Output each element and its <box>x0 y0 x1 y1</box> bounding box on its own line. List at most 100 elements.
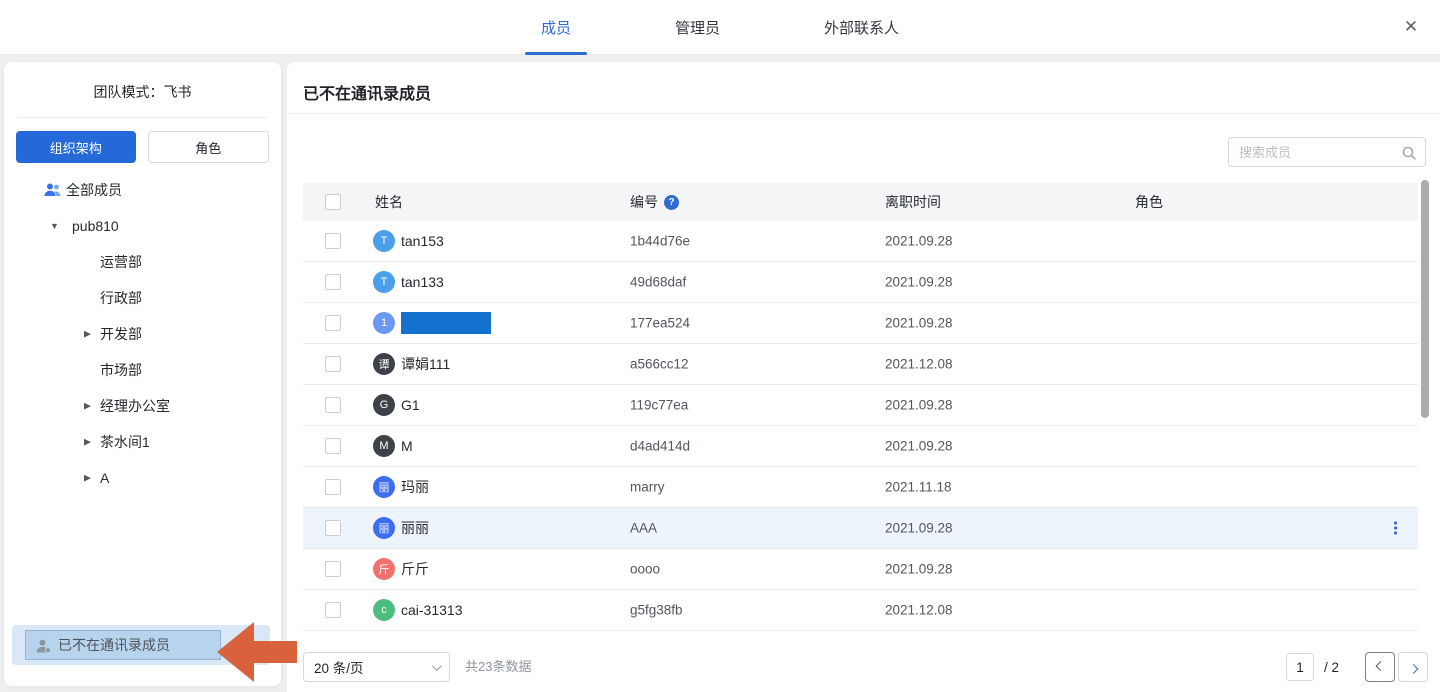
table-row: GG1119c77ea2021.09.28 <box>303 385 1418 426</box>
avatar: M <box>373 435 395 457</box>
avatar: G <box>373 394 395 416</box>
page-number-input[interactable] <box>1286 653 1314 681</box>
table-row: 丽丽丽AAA2021.09.28 <box>303 508 1418 549</box>
leave-date: 2021.09.28 <box>885 234 953 249</box>
tree-item-运营部[interactable]: 运营部 <box>4 244 281 280</box>
sidebar: 团队模式：飞书 组织架构 角色 全部成员 ▼pub810 运营部行政部▶开发部市场部… <box>4 62 281 686</box>
offboarded-members-label: 已不在通讯录成员 <box>58 635 170 655</box>
chevron-right-icon <box>1408 663 1418 673</box>
member-name: tan153 <box>401 233 444 249</box>
org-tree: 全部成员▼pub810运营部行政部▶开发部市场部▶经理办公室▶茶水间1▶A <box>4 172 281 496</box>
row-checkbox[interactable] <box>325 520 341 536</box>
member-code: marry <box>630 480 665 495</box>
avatar: 1 <box>373 312 395 334</box>
leave-date: 2021.09.28 <box>885 521 953 536</box>
prev-page-button[interactable] <box>1365 652 1395 682</box>
tree-item-label: 茶水间1 <box>100 432 150 452</box>
table-row: Ttan13349d68daf2021.09.28 <box>303 262 1418 303</box>
avatar: T <box>373 271 395 293</box>
table-row: 斤斤斤oooo2021.09.28 <box>303 549 1418 590</box>
sidebar-item-offboarded-members[interactable]: 已不在通讯录成员 <box>12 625 270 665</box>
leave-date: 2021.09.28 <box>885 316 953 331</box>
person-removed-icon <box>35 638 52 655</box>
tab-0[interactable]: 成员 <box>525 0 587 55</box>
member-name: 丽丽 <box>401 518 429 538</box>
page-title: 已不在通讯录成员 <box>303 80 431 104</box>
member-table-body: Ttan1531b44d76e2021.09.28 Ttan133 49d68daf… <box>303 221 1418 631</box>
org-structure-button[interactable]: 组织架构 <box>16 131 136 163</box>
member-name: 玛丽 <box>401 477 429 497</box>
next-page-button[interactable] <box>1398 652 1428 682</box>
close-icon[interactable]: ✕ <box>1398 14 1424 40</box>
tree-item-label: A <box>100 470 109 486</box>
row-checkbox[interactable] <box>325 602 341 618</box>
tree-item-全部成员[interactable]: 全部成员 <box>4 172 281 208</box>
tree-item-市场部[interactable]: 市场部 <box>4 352 281 388</box>
leave-date: 2021.09.28 <box>885 562 953 577</box>
column-header-leave-date: 离职时间 <box>885 183 941 221</box>
tree-item-行政部[interactable]: 行政部 <box>4 280 281 316</box>
tree-item-pub810[interactable]: ▼pub810 <box>4 208 281 244</box>
avatar: 丽 <box>373 517 395 539</box>
tree-item-开发部[interactable]: ▶开发部 <box>4 316 281 352</box>
team-mode-label: 团队模式：飞书 <box>4 62 281 102</box>
leave-date: 2021.12.08 <box>885 357 953 372</box>
avatar: c <box>373 599 395 621</box>
help-icon[interactable]: ? <box>664 195 679 210</box>
member-code: 177ea524 <box>630 316 690 331</box>
tab-1[interactable]: 管理员 <box>659 0 736 55</box>
pagination: / 2 <box>1286 652 1428 682</box>
tree-item-label: 市场部 <box>100 360 142 380</box>
main-panel: 已不在通讯录成员 姓名 编号 ? 离职时间 角色 Ttan1531b44d76e… <box>287 62 1440 692</box>
kebab-menu-icon[interactable] <box>1390 518 1401 539</box>
offboarded-members-selection[interactable]: 已不在通讯录成员 <box>25 630 221 660</box>
table-row: 1 177ea524 2021.09.28 <box>303 303 1418 344</box>
column-header-name: 姓名 <box>375 183 403 221</box>
member-name: M <box>401 438 413 454</box>
table-scrollbar[interactable] <box>1421 180 1429 418</box>
page-size-select[interactable]: 20 条/页 <box>303 652 450 682</box>
table-header: 姓名 编号 ? 离职时间 角色 <box>303 183 1418 221</box>
column-header-role: 角色 <box>1135 183 1163 221</box>
caret-right-icon[interactable]: ▶ <box>84 473 91 484</box>
tree-item-经理办公室[interactable]: ▶经理办公室 <box>4 388 281 424</box>
chevron-down-icon <box>432 661 442 671</box>
table-row: 谭谭娟111a566cc122021.12.08 <box>303 344 1418 385</box>
row-checkbox[interactable] <box>325 438 341 454</box>
search-input[interactable] <box>1229 138 1425 166</box>
row-checkbox[interactable] <box>325 479 341 495</box>
member-code: 119c77ea <box>630 398 688 413</box>
row-checkbox[interactable] <box>325 315 341 331</box>
tree-item-茶水间1[interactable]: ▶ 茶水间1 <box>4 424 281 460</box>
caret-right-icon[interactable]: ▶ <box>84 329 91 340</box>
member-search <box>1228 137 1426 167</box>
tree-item-label: 全部成员 <box>66 180 122 200</box>
leave-date: 2021.09.28 <box>885 439 953 454</box>
row-checkbox[interactable] <box>325 397 341 413</box>
member-code: 49d68daf <box>630 275 686 290</box>
row-checkbox[interactable] <box>325 233 341 249</box>
member-code: g5fg38fb <box>630 603 683 618</box>
caret-right-icon[interactable]: ▶ <box>84 401 91 412</box>
tab-2[interactable]: 外部联系人 <box>808 0 915 55</box>
member-name: G1 <box>401 397 420 413</box>
search-icon <box>1401 145 1417 161</box>
tab-group: 成员 管理员 外部联系人 <box>525 0 915 55</box>
avatar: 丽 <box>373 476 395 498</box>
tree-item-A[interactable]: ▶A <box>4 460 281 496</box>
table-row: MMd4ad414d 2021.09.28 <box>303 426 1418 467</box>
caret-right-icon[interactable]: ▶ <box>84 437 91 448</box>
table-row: Ttan1531b44d76e2021.09.28 <box>303 221 1418 262</box>
row-checkbox[interactable] <box>325 274 341 290</box>
member-code: oooo <box>630 562 660 577</box>
tree-item-label: 运营部 <box>100 252 142 272</box>
leave-date: 2021.12.08 <box>885 603 953 618</box>
people-icon <box>44 183 61 198</box>
member-name: tan133 <box>401 274 444 290</box>
caret-down-icon[interactable]: ▼ <box>50 221 59 231</box>
select-all-checkbox[interactable] <box>325 194 341 210</box>
row-checkbox[interactable] <box>325 561 341 577</box>
role-button[interactable]: 角色 <box>148 131 270 163</box>
member-code: d4ad414d <box>630 439 690 454</box>
row-checkbox[interactable] <box>325 356 341 372</box>
